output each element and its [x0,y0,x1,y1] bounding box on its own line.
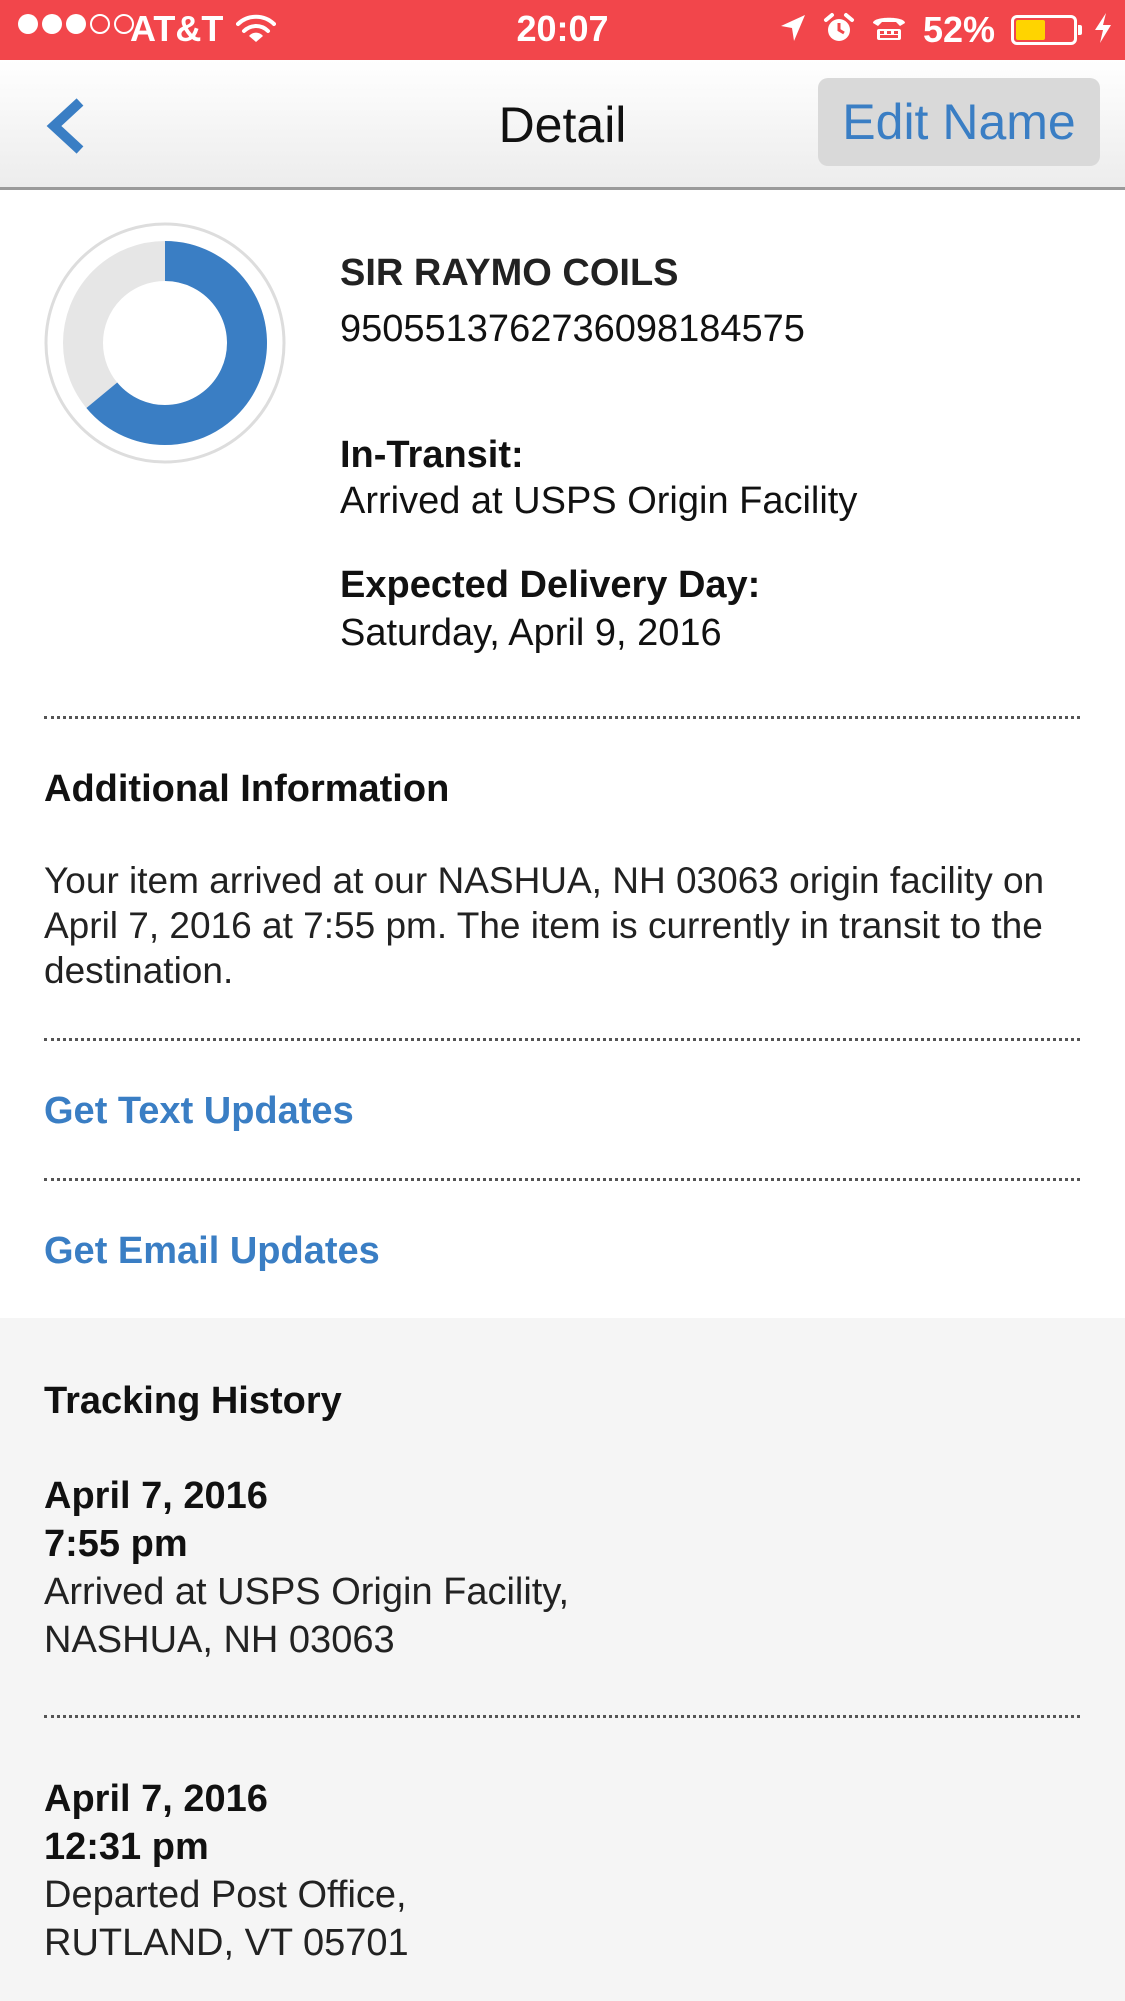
event-time: 7:55 pm [44,1523,188,1565]
status-bar: AT&T 20:07 52% [0,0,1125,60]
battery-percent: 52% [922,9,995,50]
edit-name-button[interactable]: Edit Name [818,78,1100,166]
delivery-label: Expected Delivery Day: [340,564,761,606]
additional-info-heading: Additional Information [44,768,450,810]
event-description: Departed Post Office, [44,1874,407,1916]
additional-info-text: Your item arrived at our NASHUA, NH 0306… [44,860,1045,991]
tty-icon [871,14,907,47]
tracking-number: 9505513762736098184575 [340,308,805,350]
tracking-history: Tracking History April 7, 2016 7:55 pm A… [0,1318,1125,2001]
battery-fill [1016,20,1045,40]
alarm-icon [823,12,855,49]
get-email-updates-link[interactable]: Get Email Updates [44,1230,380,1273]
navigation-bar: Detail Edit Name [0,60,1125,190]
divider [44,1178,1080,1181]
progress-donut [44,222,286,464]
event-location: NASHUA, NH 03063 [44,1619,395,1661]
divider [44,1715,1080,1718]
event-time: 12:31 pm [44,1826,209,1868]
get-text-updates-link[interactable]: Get Text Updates [44,1090,354,1133]
event-location: RUTLAND, VT 05701 [44,1922,409,1964]
divider [44,1038,1080,1041]
event-date: April 7, 2016 [44,1778,268,1820]
status-label: In-Transit: [340,434,524,476]
delivery-date: Saturday, April 9, 2016 [340,612,722,654]
location-arrow-icon [779,13,807,48]
tracking-event: April 7, 2016 12:31 pm Departed Post Off… [44,1775,409,1967]
event-date: April 7, 2016 [44,1475,268,1517]
tracking-history-heading: Tracking History [44,1380,342,1422]
event-description: Arrived at USPS Origin Facility, [44,1571,570,1613]
item-name: SIR RAYMO COILS [340,252,679,294]
charging-bolt-icon [1093,12,1113,49]
divider [44,716,1080,719]
status-text: Arrived at USPS Origin Facility [340,480,858,522]
battery-icon [1011,15,1082,45]
tracking-event: April 7, 2016 7:55 pm Arrived at USPS Or… [44,1472,569,1664]
